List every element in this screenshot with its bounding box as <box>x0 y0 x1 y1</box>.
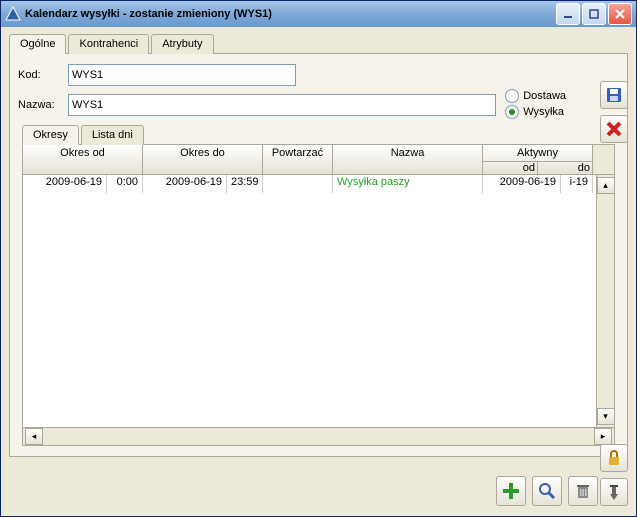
grid-panel: Okres od Okres do Powtarzać Nazwa Aktywn… <box>22 145 615 446</box>
col-aktywny-label: Aktywny <box>483 145 592 162</box>
minimize-button[interactable] <box>556 3 580 25</box>
col-okres-do[interactable]: Okres do <box>143 145 263 174</box>
cell-powtarzac <box>263 175 333 193</box>
cell-do-date: 2009-06-19 <box>143 175 227 193</box>
horizontal-scrollbar[interactable]: ◂ ▸ <box>23 427 614 445</box>
tab-lista-dni[interactable]: Lista dni <box>81 125 144 145</box>
sub-tabs: Okresy Lista dni Okres od Okres do Powta… <box>22 124 615 446</box>
col-aktywny[interactable]: Aktywny od do <box>483 145 593 174</box>
save-button[interactable] <box>600 81 628 109</box>
titlebar[interactable]: Kalendarz wysyłki - zostanie zmieniony (… <box>1 1 636 27</box>
scroll-up-button[interactable]: ▴ <box>597 177 615 194</box>
table-row[interactable]: 2009-06-19 0:00 2009-06-19 23:59 Wysyłka… <box>23 175 596 193</box>
nazwa-label: Nazwa: <box>18 99 68 111</box>
lock-button[interactable] <box>600 444 628 472</box>
add-button[interactable] <box>496 476 526 506</box>
zoom-button[interactable] <box>532 476 562 506</box>
pin-button[interactable] <box>600 478 628 506</box>
grid-body[interactable]: 2009-06-19 0:00 2009-06-19 23:59 Wysyłka… <box>23 175 614 427</box>
tab-ogolne[interactable]: Ogólne <box>9 34 66 54</box>
app-icon <box>5 6 21 22</box>
cell-od-date: 2009-06-19 <box>23 175 107 193</box>
grid-header: Okres od Okres do Powtarzać Nazwa Aktywn… <box>23 145 614 175</box>
kod-label: Kod: <box>18 69 68 81</box>
cell-nazwa: Wysyłka paszy <box>333 175 483 193</box>
cell-od-time: 0:00 <box>107 175 143 193</box>
cell-akt-od: 2009-06-19 <box>483 175 561 193</box>
col-aktywny-do: do <box>538 162 592 174</box>
tab-kontrahenci[interactable]: Kontrahenci <box>68 34 149 54</box>
plus-icon <box>501 481 521 501</box>
kod-input[interactable] <box>68 64 296 86</box>
tab-okresy[interactable]: Okresy <box>22 125 79 145</box>
right-bottom-toolbar <box>600 444 628 506</box>
radio-icon-selected <box>505 105 519 119</box>
vertical-scrollbar[interactable]: ▴ ▾ <box>596 175 614 427</box>
app-window: Kalendarz wysyłki - zostanie zmieniony (… <box>0 0 637 517</box>
cell-akt-do: i-19 <box>561 175 593 193</box>
col-nazwa[interactable]: Nazwa <box>333 145 483 174</box>
client-area: Ogólne Kontrahenci Atrybuty Kod: Nazwa: … <box>5 27 632 512</box>
close-icon <box>605 120 623 138</box>
scroll-left-button[interactable]: ◂ <box>25 428 43 445</box>
radio-wysylka[interactable]: Wysyłka <box>505 105 566 119</box>
save-icon <box>605 86 623 104</box>
delete-button[interactable] <box>568 476 598 506</box>
col-aktywny-od: od <box>483 162 538 174</box>
scroll-right-button[interactable]: ▸ <box>594 428 612 445</box>
pin-icon <box>605 483 623 501</box>
radio-dostawa-label: Dostawa <box>523 90 566 102</box>
col-okres-od[interactable]: Okres od <box>23 145 143 174</box>
lock-icon <box>605 449 623 467</box>
radio-wysylka-label: Wysyłka <box>523 106 564 118</box>
window-close-button[interactable] <box>608 3 632 25</box>
window-title: Kalendarz wysyłki - zostanie zmieniony (… <box>25 8 556 20</box>
radio-dostawa[interactable]: Dostawa <box>505 89 566 103</box>
trash-icon <box>573 481 593 501</box>
maximize-button[interactable] <box>582 3 606 25</box>
scroll-down-button[interactable]: ▾ <box>597 408 615 425</box>
tab-atrybuty[interactable]: Atrybuty <box>151 34 213 54</box>
bottom-toolbar <box>496 476 598 506</box>
cancel-button[interactable] <box>600 115 628 143</box>
radio-icon <box>505 89 519 103</box>
nazwa-input[interactable] <box>68 94 496 116</box>
cell-do-time: 23:59 <box>227 175 263 193</box>
right-toolbar <box>600 81 628 143</box>
magnifier-icon <box>537 481 557 501</box>
col-powtarzac[interactable]: Powtarzać <box>263 145 333 174</box>
type-radio-group: Dostawa Wysyłka <box>499 81 572 127</box>
